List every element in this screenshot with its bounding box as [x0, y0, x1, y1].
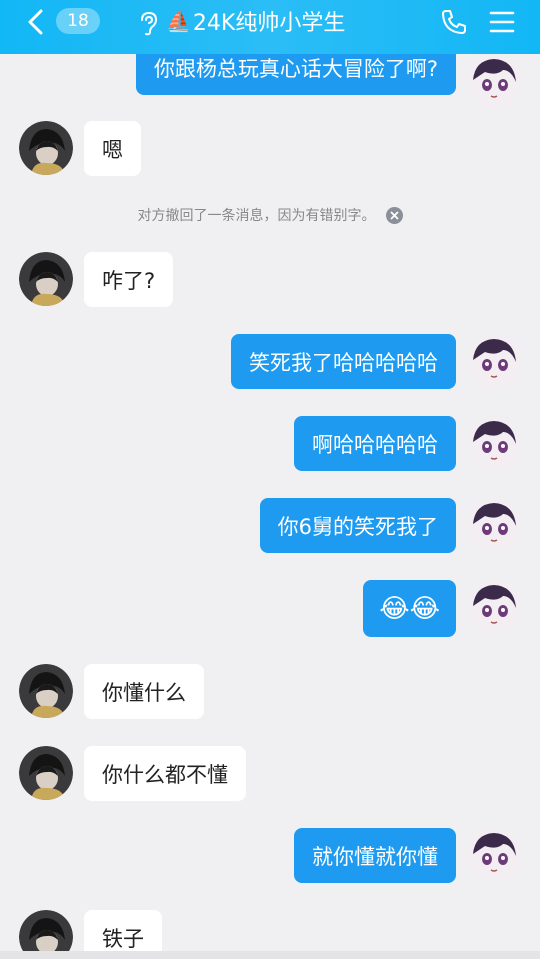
incoming-bubble[interactable]: 你什么都不懂 — [84, 746, 246, 801]
my-avatar[interactable] — [467, 416, 521, 470]
contact-avatar[interactable] — [19, 664, 73, 718]
my-avatar[interactable] — [467, 498, 521, 552]
chevron-left-icon — [28, 9, 43, 35]
incoming-bubble[interactable]: 你懂什么 — [84, 664, 204, 719]
input-bar-edge — [0, 951, 540, 959]
call-button[interactable] — [440, 8, 468, 36]
chat-header: 18 ⛵ 24K纯帅小学生 — [0, 0, 540, 54]
recall-notice-text: 对方撤回了一条消息，因为有错别字。 — [137, 208, 376, 224]
my-avatar[interactable] — [467, 334, 521, 388]
contact-avatar[interactable] — [19, 746, 73, 800]
my-avatar[interactable] — [467, 580, 521, 634]
outgoing-bubble[interactable]: 啊哈哈哈哈哈 — [294, 416, 456, 471]
my-avatar[interactable] — [467, 828, 521, 882]
chat-area[interactable]: 你跟杨总玩真心话大冒险了啊? 嗯 对方撤回了一条消息，因为有错别字。 咋了? 笑… — [0, 0, 540, 959]
my-avatar[interactable] — [467, 54, 521, 108]
recall-notice: 对方撤回了一条消息，因为有错别字。 — [0, 200, 540, 230]
back-button[interactable] — [22, 8, 50, 36]
hamburger-menu-icon — [489, 11, 515, 33]
outgoing-bubble[interactable]: 你6舅的笑死我了 — [259, 498, 456, 553]
outgoing-bubble[interactable]: 笑死我了哈哈哈哈哈 — [231, 334, 456, 389]
contact-name: 24K纯帅小学生 — [192, 11, 346, 36]
ear-icon[interactable] — [136, 10, 160, 36]
unread-badge[interactable]: 18 — [56, 8, 100, 34]
incoming-bubble[interactable]: 咋了? — [84, 252, 174, 307]
close-icon[interactable] — [385, 206, 403, 224]
boat-icon: ⛵ — [166, 9, 191, 33]
contact-avatar[interactable] — [19, 252, 73, 306]
chat-title[interactable]: ⛵ 24K纯帅小学生 — [166, 6, 345, 36]
contact-avatar[interactable] — [19, 121, 73, 175]
incoming-bubble[interactable]: 嗯 — [84, 121, 141, 176]
menu-button[interactable] — [488, 8, 516, 36]
outgoing-bubble[interactable]: 就你懂就你懂 — [294, 828, 456, 883]
outgoing-bubble[interactable]: 😂😂 — [363, 580, 456, 637]
phone-icon — [442, 10, 466, 34]
